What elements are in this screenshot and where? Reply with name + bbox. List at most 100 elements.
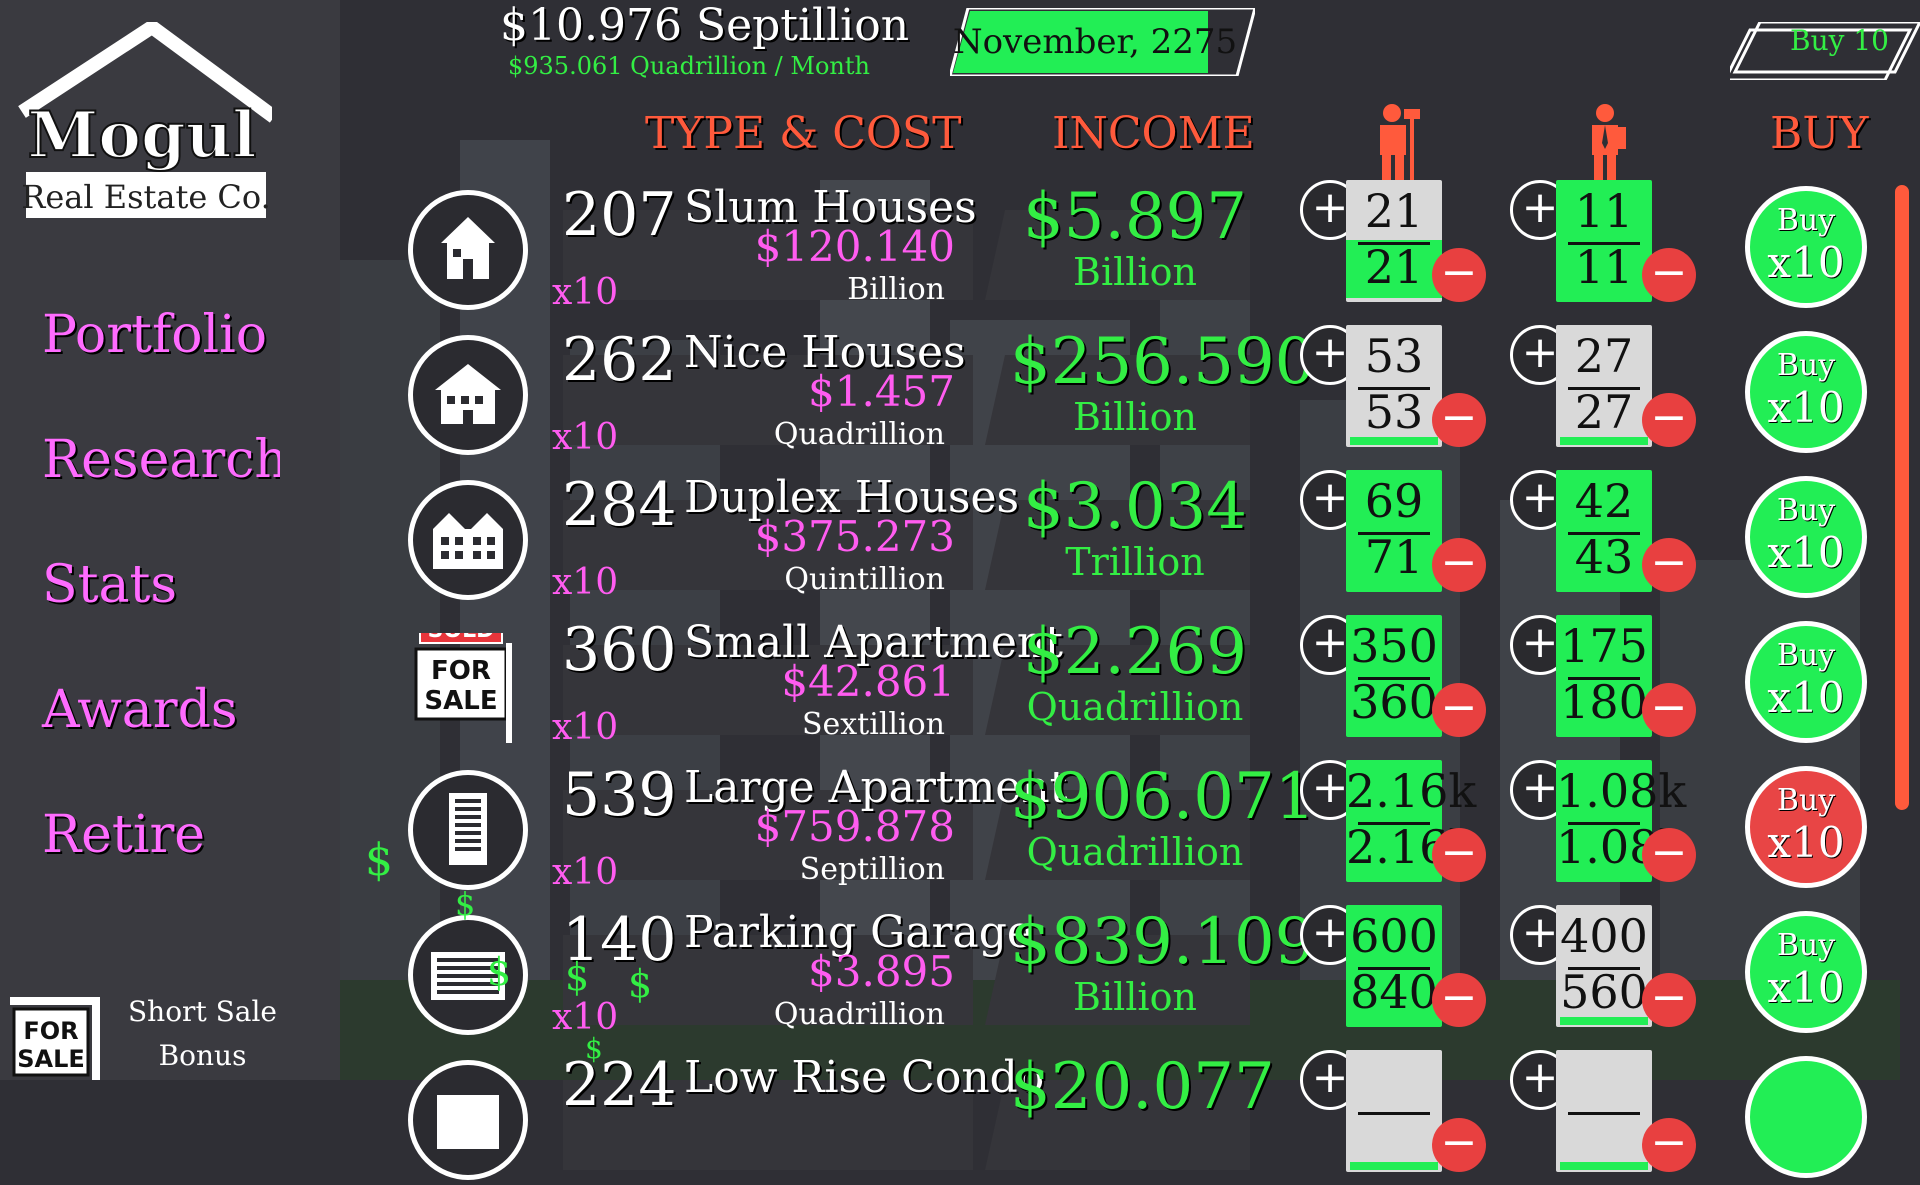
counter-divider [1568, 967, 1640, 970]
property-count: 207 [562, 180, 677, 250]
remove-manager-button[interactable]: − [1642, 538, 1696, 592]
buy-label: Buy [1776, 348, 1836, 383]
counter-divider [1568, 822, 1640, 825]
duplex-icon[interactable] [408, 480, 528, 600]
buy-label: Buy [1776, 203, 1836, 238]
property-cost: $3.895 [808, 947, 955, 996]
property-income-unit: Quadrillion [1026, 685, 1244, 729]
property-income: $2.269 [1023, 615, 1247, 689]
svg-text:FOR: FOR [431, 656, 491, 686]
managers-assigned: 42 [1574, 474, 1634, 528]
property-income-unit: Trillion [1065, 540, 1205, 584]
remove-worker-button[interactable]: − [1432, 973, 1486, 1027]
counter-divider [1358, 677, 1430, 680]
remove-manager-button[interactable]: − [1642, 1118, 1696, 1172]
remove-manager-button[interactable]: − [1642, 828, 1696, 882]
current-date: November, 2275 [952, 22, 1238, 62]
property-income-unit: Quadrillion [1026, 830, 1244, 874]
logo-title: Mogul [27, 98, 256, 173]
property-income: $3.034 [1023, 470, 1247, 544]
buy-property-button[interactable]: Buy x10 [1745, 621, 1867, 743]
managers-assigned: 400 [1560, 909, 1648, 963]
worker-counter: 69 71 [1346, 470, 1442, 592]
property-income: $20.077 [1010, 1050, 1275, 1124]
managers-assigned: 27 [1574, 329, 1634, 383]
dollar-particle: $ [487, 950, 512, 994]
remove-worker-button[interactable]: − [1432, 248, 1486, 302]
condo-icon[interactable] [408, 1060, 528, 1180]
buy-property-button[interactable]: Buy x10 [1745, 331, 1867, 453]
workers-assigned: 21 [1364, 184, 1424, 238]
manager-counter: 175 180 [1556, 615, 1652, 737]
workers-assigned: 69 [1364, 474, 1424, 528]
workers-max: 2.16k [1346, 820, 1476, 878]
buy-multiplier-label: x10 [1767, 238, 1845, 287]
remove-manager-button[interactable]: − [1642, 973, 1696, 1027]
buy-property-button[interactable]: Buy x10 [1745, 186, 1867, 308]
property-count: 360 [562, 615, 677, 685]
buy-label: Buy [1776, 638, 1836, 673]
counter-divider [1568, 1112, 1640, 1115]
managers-max: 180 [1556, 675, 1652, 733]
managers-max [1556, 1110, 1652, 1168]
remove-worker-button[interactable]: − [1432, 683, 1486, 737]
counter-divider [1358, 822, 1430, 825]
property-row: 224 Low Rise Condo $20.077 + − + − [0, 1040, 1920, 1185]
worker-counter: 600 840 [1346, 905, 1442, 1027]
buy-property-button[interactable]: Buy x10 [1745, 766, 1867, 888]
buy-multiplier: x10 [552, 562, 619, 603]
workers-max: 53 [1364, 385, 1424, 439]
managers-assigned: 175 [1560, 619, 1648, 673]
remove-manager-button[interactable]: − [1642, 393, 1696, 447]
column-income: INCOME [1052, 108, 1255, 159]
remove-worker-button[interactable]: − [1432, 393, 1486, 447]
worker-progress [1350, 1162, 1438, 1170]
scrollbar[interactable] [1895, 185, 1909, 810]
remove-worker-button[interactable]: − [1432, 1118, 1486, 1172]
manager-counter: 27 27 [1556, 325, 1652, 447]
property-cost: $1.457 [808, 367, 955, 416]
property-cost-unit: Septillion [799, 852, 945, 887]
property-row: 539 Large Apartment $759.878 Septillion x10 $… [0, 750, 1920, 895]
managers-max: 11 [1556, 240, 1652, 298]
counter-divider [1358, 967, 1430, 970]
counter-divider [1358, 242, 1430, 245]
buy-multiplier-label: x10 [1767, 383, 1845, 432]
property-cost-unit: Quadrillion [773, 997, 945, 1032]
buy-property-button[interactable]: Buy x10 [1745, 911, 1867, 1033]
buy-property-button[interactable] [1745, 1056, 1867, 1178]
property-income: $256.590 [1010, 325, 1316, 399]
total-money: $10.976 Septillion [500, 0, 910, 51]
manager-counter: 11 11 [1556, 180, 1652, 302]
buy-label: Buy [1776, 928, 1836, 963]
remove-manager-button[interactable]: − [1642, 248, 1696, 302]
property-income: $906.071 [1010, 760, 1316, 834]
property-name: Low Rise Condo [684, 1052, 1045, 1103]
remove-manager-button[interactable]: − [1642, 683, 1696, 737]
for-sale-sign-icon[interactable]: SOLD FORSALE [406, 612, 516, 763]
workers-max [1346, 1110, 1442, 1168]
counter-divider [1568, 532, 1640, 535]
buy-mode-label[interactable]: Buy 10 [1790, 24, 1889, 57]
buy-property-button[interactable]: Buy x10 [1745, 476, 1867, 598]
workers-assigned: 600 [1350, 909, 1438, 963]
remove-worker-button[interactable]: − [1432, 538, 1486, 592]
property-income: $839.109 [1010, 905, 1316, 979]
buy-label: Buy [1776, 783, 1836, 818]
worker-progress [1350, 437, 1438, 445]
remove-worker-button[interactable]: − [1432, 828, 1486, 882]
managers-max: 27 [1574, 385, 1634, 439]
property-count: 224 [562, 1050, 677, 1120]
column-buy: BUY [1770, 108, 1869, 159]
house-icon[interactable] [408, 190, 528, 310]
property-cost-unit: Quadrillion [773, 417, 945, 452]
counter-divider [1568, 677, 1640, 680]
apartment-tower-icon[interactable] [408, 770, 528, 890]
manager-counter: 400 560 [1556, 905, 1652, 1027]
dollar-particle: $ [455, 885, 476, 923]
workers-assigned: 2.16k [1346, 764, 1477, 818]
nice-house-icon[interactable] [408, 335, 528, 455]
property-count: 262 [562, 325, 677, 395]
svg-text:SALE: SALE [424, 686, 497, 716]
managers-max: 1.08k [1556, 820, 1686, 878]
